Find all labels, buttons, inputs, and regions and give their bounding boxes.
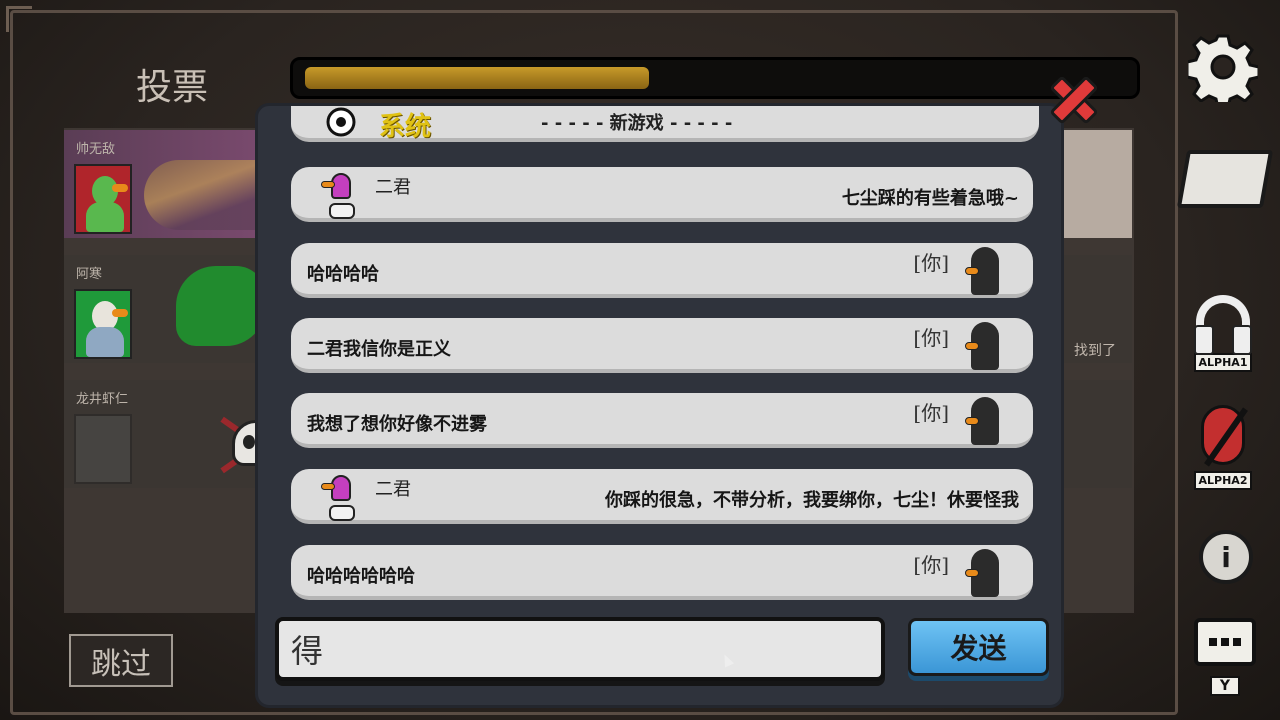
found-label: 找到了 xyxy=(1074,343,1116,359)
chat-bubble-icon xyxy=(1194,618,1256,666)
player-card[interactable] xyxy=(1062,130,1132,238)
goose-body xyxy=(86,202,124,232)
player-banner xyxy=(144,160,264,230)
headphones-icon xyxy=(1194,295,1252,355)
goose-beak xyxy=(112,184,128,192)
chat-message: [你] 哈哈哈哈 xyxy=(291,243,1033,298)
goose-beak xyxy=(112,309,128,317)
you-tag: [你] xyxy=(913,326,949,350)
chat-hotkey: Y xyxy=(1209,676,1241,696)
settings-button[interactable] xyxy=(1188,32,1258,102)
info-button[interactable]: i xyxy=(1196,530,1256,590)
chat-message: 二君 你踩的很急，不带分析，我要绑你，七尘！休要怪我 xyxy=(291,469,1033,524)
message-text: 你踩的很急，不带分析，我要绑你，七尘！休要怪我 xyxy=(605,490,1019,511)
chat-input[interactable] xyxy=(279,621,881,677)
hooded-goose-icon xyxy=(965,320,1005,372)
chat-button[interactable]: Y xyxy=(1190,618,1260,696)
vote-timer-bar xyxy=(290,57,1140,99)
hooded-goose-icon xyxy=(965,547,1005,599)
frame-corner xyxy=(6,6,32,32)
message-sender: 二君 xyxy=(375,479,411,500)
gear-icon xyxy=(1188,34,1258,102)
message-text: 哈哈哈哈 xyxy=(307,264,379,285)
system-message: 系统 - - - - - 新游戏 - - - - - xyxy=(291,106,1039,142)
hooded-goose-icon xyxy=(965,395,1005,447)
player-name: 龙井虾仁 xyxy=(76,392,129,407)
green-goose-silhouette xyxy=(176,266,266,346)
player-avatar xyxy=(74,164,132,234)
system-label: 系统 xyxy=(379,112,432,142)
message-text: 二君我信你是正义 xyxy=(307,339,451,360)
message-sender: 二君 xyxy=(375,177,411,198)
vote-title: 投票 xyxy=(136,67,209,108)
player-card[interactable]: 帅无敌 xyxy=(64,130,264,238)
hooded-goose-icon xyxy=(965,245,1005,297)
chat-input-box xyxy=(275,617,885,681)
vote-timer-fill xyxy=(305,67,649,89)
player-name: 帅无敌 xyxy=(76,142,116,157)
voice-channel-2-button[interactable]: ALPHA2 xyxy=(1188,405,1258,490)
voice-channel-1-button[interactable]: ALPHA1 xyxy=(1188,295,1258,372)
chat-panel: 系统 - - - - - 新游戏 - - - - - 二君 七尘踩的有些着急哦~… xyxy=(255,103,1064,708)
player-avatar xyxy=(74,414,132,484)
close-icon[interactable] xyxy=(1046,72,1096,122)
you-tag: [你] xyxy=(913,251,949,275)
message-text: 我想了想你好像不进雾 xyxy=(307,414,487,435)
player-goose-icon xyxy=(319,473,363,523)
info-icon: i xyxy=(1199,530,1253,584)
player-avatar xyxy=(74,289,132,359)
voice-channel-label: ALPHA1 xyxy=(1193,353,1253,372)
player-card[interactable]: 龙井虾仁 xyxy=(64,380,282,488)
message-text: 七尘踩的有些着急哦~ xyxy=(841,188,1019,209)
you-tag: [你] xyxy=(913,401,949,425)
player-name: 阿寒 xyxy=(76,267,103,282)
map-button[interactable] xyxy=(1176,150,1274,220)
map-icon xyxy=(1176,150,1274,208)
player-card[interactable] xyxy=(1062,380,1132,488)
chat-message: [你] 我想了想你好像不进雾 xyxy=(291,393,1033,448)
gear-icon xyxy=(326,107,356,137)
system-text: - - - - - 新游戏 - - - - - xyxy=(541,113,733,134)
chat-message-list[interactable]: 系统 - - - - - 新游戏 - - - - - 二君 七尘踩的有些着急哦~… xyxy=(258,106,1061,606)
skip-vote-button[interactable]: 跳过 xyxy=(69,634,173,687)
game-screen: 投票 帅无敌 阿寒 龙井虾仁 找到了 跳过 系统 - - - - - 新游戏 -… xyxy=(0,0,1280,720)
message-text: 哈哈哈哈哈哈 xyxy=(307,566,415,587)
mic-muted-icon xyxy=(1201,405,1245,465)
chat-message: [你] 二君我信你是正义 xyxy=(291,318,1033,373)
player-goose-icon xyxy=(319,171,363,221)
you-tag: [你] xyxy=(913,553,949,577)
chat-message: [你] 哈哈哈哈哈哈 xyxy=(291,545,1033,600)
voice-channel-label: ALPHA2 xyxy=(1193,471,1253,490)
send-button[interactable]: 发送 xyxy=(908,618,1049,676)
goose-body xyxy=(86,327,124,357)
chat-message: 二君 七尘踩的有些着急哦~ xyxy=(291,167,1033,222)
